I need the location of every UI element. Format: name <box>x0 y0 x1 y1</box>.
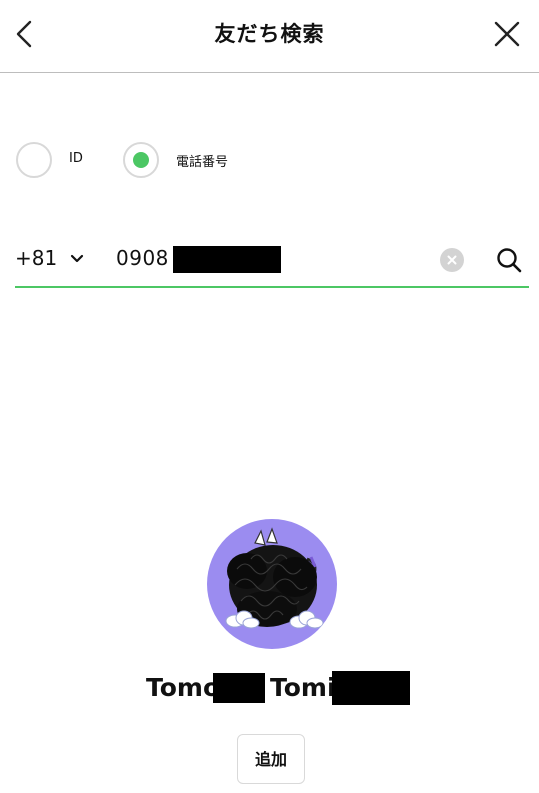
country-code-select[interactable]: +81 <box>15 246 57 270</box>
phone-number-input[interactable]: 0908 <box>116 246 169 270</box>
phone-search-field: +81 0908 <box>15 232 529 288</box>
chevron-down-icon[interactable] <box>69 251 85 267</box>
radio-label-phone: 電話番号 <box>176 155 229 170</box>
search-type-selector: ID 電話番号 <box>16 142 416 180</box>
clear-circle-icon <box>447 255 457 265</box>
radio-option-id[interactable]: ID <box>16 142 106 178</box>
search-icon <box>497 248 522 273</box>
header-bar: 友だち検索 <box>0 0 539 73</box>
redaction-box <box>173 246 281 273</box>
radio-selected-dot <box>133 152 149 168</box>
radio-button-id[interactable] <box>16 142 52 178</box>
input-underline <box>15 286 529 288</box>
result-name: Tomo Tomi <box>0 671 539 707</box>
radio-option-phone[interactable]: 電話番号 <box>123 142 253 178</box>
page-title: 友だち検索 <box>214 22 325 46</box>
close-button[interactable] <box>489 14 525 54</box>
redaction-box <box>213 673 265 703</box>
radio-button-phone[interactable] <box>123 142 159 178</box>
name-second-part: Tomi <box>270 673 336 702</box>
add-friend-button[interactable]: 追加 <box>237 734 305 784</box>
radio-label-id: ID <box>69 151 83 166</box>
close-x-icon <box>494 21 520 47</box>
clear-button[interactable] <box>440 248 464 272</box>
name-first-part: Tomo <box>146 673 221 702</box>
search-button[interactable] <box>494 245 524 275</box>
avatar-image <box>225 527 324 629</box>
redaction-box <box>332 671 410 705</box>
profile-avatar[interactable] <box>207 519 337 649</box>
